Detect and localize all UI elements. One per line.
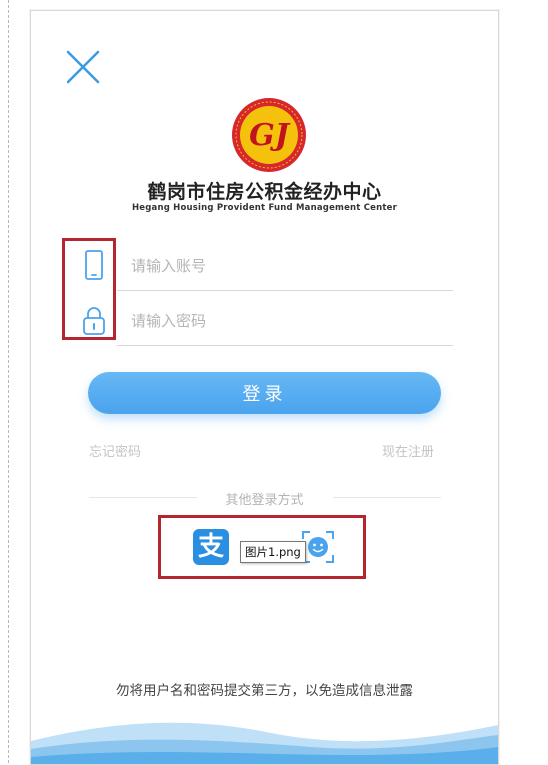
- password-field: [75, 294, 453, 346]
- organization-name-en: Hegang Housing Provident Fund Management…: [131, 203, 398, 213]
- account-underline: [117, 290, 453, 291]
- other-login-highlight-box: [158, 515, 366, 579]
- login-button[interactable]: 登录: [88, 372, 441, 414]
- other-login-label: 其他登录方式: [225, 493, 304, 508]
- login-screen: GJ 鹤岗市住房公积金经办中心 Hegang Housing Provident…: [30, 10, 499, 765]
- privacy-disclaimer: 勿将用户名和密码提交第三方，以免造成信息泄露: [116, 683, 413, 699]
- page-guide-line: [8, 0, 9, 763]
- register-link[interactable]: 现在注册: [382, 441, 434, 460]
- icon-highlight-box: [62, 238, 116, 340]
- divider-line-right: [333, 497, 441, 498]
- password-input[interactable]: [129, 304, 433, 338]
- logo-text: GJ: [249, 118, 291, 153]
- footer-wave-decoration: [31, 722, 498, 764]
- organization-logo: GJ: [232, 98, 306, 172]
- password-underline: [117, 345, 453, 346]
- account-field: [75, 239, 453, 291]
- organization-name-cn: 鹤岗市住房公积金经办中心: [147, 181, 382, 203]
- forgot-password-link[interactable]: 忘记密码: [89, 441, 141, 460]
- account-input[interactable]: [129, 249, 433, 283]
- close-icon[interactable]: [65, 49, 101, 85]
